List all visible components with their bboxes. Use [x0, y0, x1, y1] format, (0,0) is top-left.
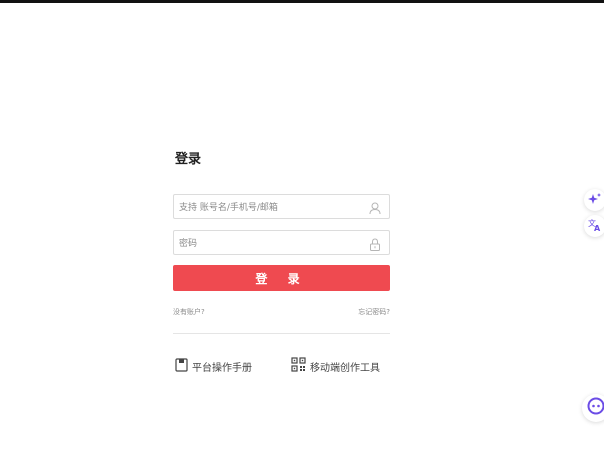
login-card: 登录 登 录 没有账户? 忘记密码?	[173, 150, 390, 374]
chat-bot-button[interactable]	[582, 394, 604, 422]
manual-link[interactable]: 平台操作手册	[175, 357, 252, 375]
username-input[interactable]	[174, 196, 359, 220]
ai-assistant-button[interactable]	[584, 189, 604, 211]
forgot-password-link[interactable]: 忘记密码?	[358, 307, 390, 317]
svg-text:A: A	[594, 224, 601, 232]
manual-label: 平台操作手册	[192, 362, 252, 374]
password-input[interactable]	[174, 232, 359, 256]
translate-button[interactable]: 文 A	[584, 215, 604, 237]
login-title: 登录	[175, 152, 202, 167]
lock-icon	[369, 236, 381, 251]
tools-row: 平台操作手册 移动端创作工具	[173, 357, 390, 375]
password-field[interactable]	[173, 230, 390, 256]
divider	[173, 333, 390, 334]
sparkle-icon	[588, 191, 602, 210]
book-icon	[175, 357, 192, 375]
mobile-tool-label: 移动端创作工具	[310, 362, 380, 374]
mobile-tool-link[interactable]: 移动端创作工具	[291, 357, 380, 375]
login-button[interactable]: 登 录	[173, 265, 390, 291]
chat-bot-icon	[587, 397, 604, 419]
login-page: 登录 登 录 没有账户? 忘记密码?	[0, 0, 604, 453]
user-icon	[369, 200, 381, 215]
register-link[interactable]: 没有账户?	[173, 307, 205, 317]
translate-icon: 文 A	[588, 217, 602, 236]
top-bar	[0, 0, 604, 3]
qrcode-icon	[291, 357, 310, 375]
username-field[interactable]	[173, 194, 390, 220]
